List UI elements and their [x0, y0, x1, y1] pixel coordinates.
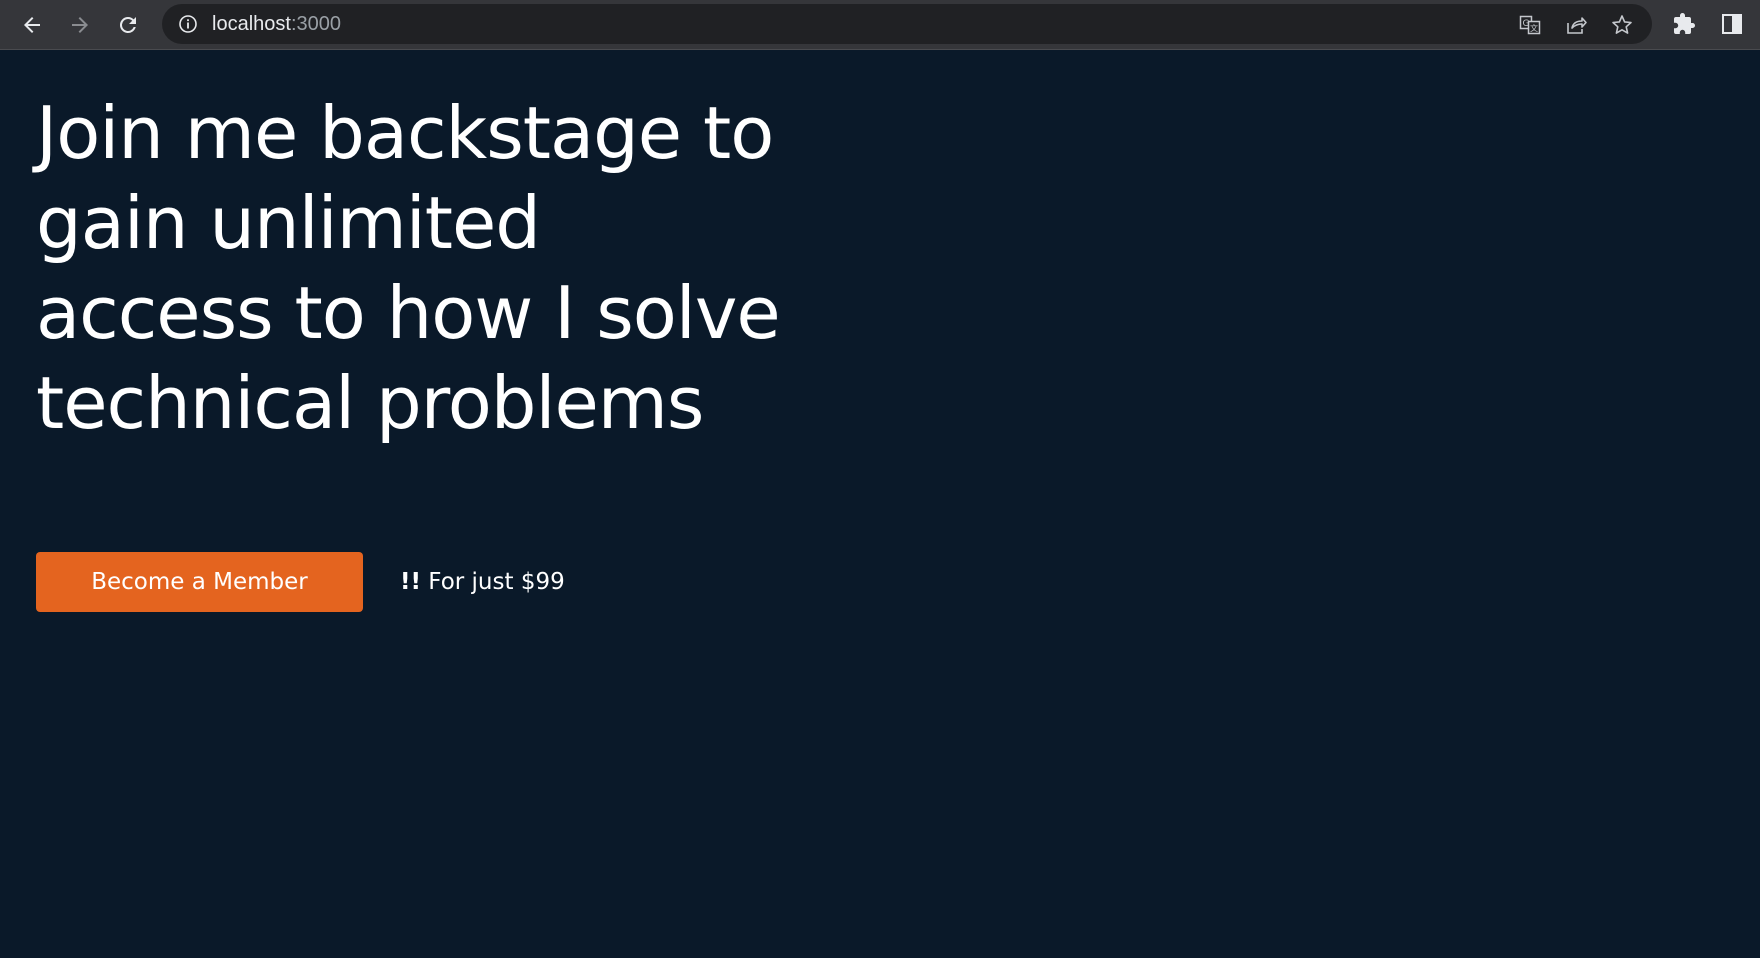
arrow-left-icon: [24, 17, 40, 33]
translate-icon[interactable]: G 文: [1518, 13, 1542, 37]
arrow-right-icon: [72, 17, 88, 33]
price-text: For just $99: [420, 569, 565, 595]
side-panel-icon[interactable]: [1720, 12, 1744, 36]
url-port: :3000: [290, 13, 341, 35]
share-icon[interactable]: [1564, 13, 1588, 37]
browser-toolbar: localhost:3000 G 文: [0, 0, 1760, 50]
bookmark-star-icon[interactable]: [1610, 13, 1634, 37]
forward-button[interactable]: [63, 8, 97, 42]
back-button[interactable]: [15, 8, 49, 42]
extensions-icon[interactable]: [1672, 12, 1696, 36]
become-member-button[interactable]: Become a Member: [36, 552, 363, 612]
reload-button[interactable]: [111, 8, 145, 42]
price-note: !! For just $99: [400, 569, 565, 595]
url-text[interactable]: localhost:3000: [212, 4, 341, 44]
url-host: localhost: [212, 13, 291, 35]
reload-icon: [119, 16, 136, 33]
svg-text:文: 文: [1530, 23, 1538, 33]
price-emphasis: !!: [400, 569, 421, 595]
page-content: Join me backstage to gain unlimited acce…: [0, 50, 1760, 958]
hero-headline: Join me backstage to gain unlimited acce…: [36, 91, 781, 445]
info-icon[interactable]: [178, 14, 198, 34]
cta-row: Become a Member !! For just $99: [36, 552, 565, 612]
address-bar[interactable]: localhost:3000 G 文: [162, 4, 1652, 44]
